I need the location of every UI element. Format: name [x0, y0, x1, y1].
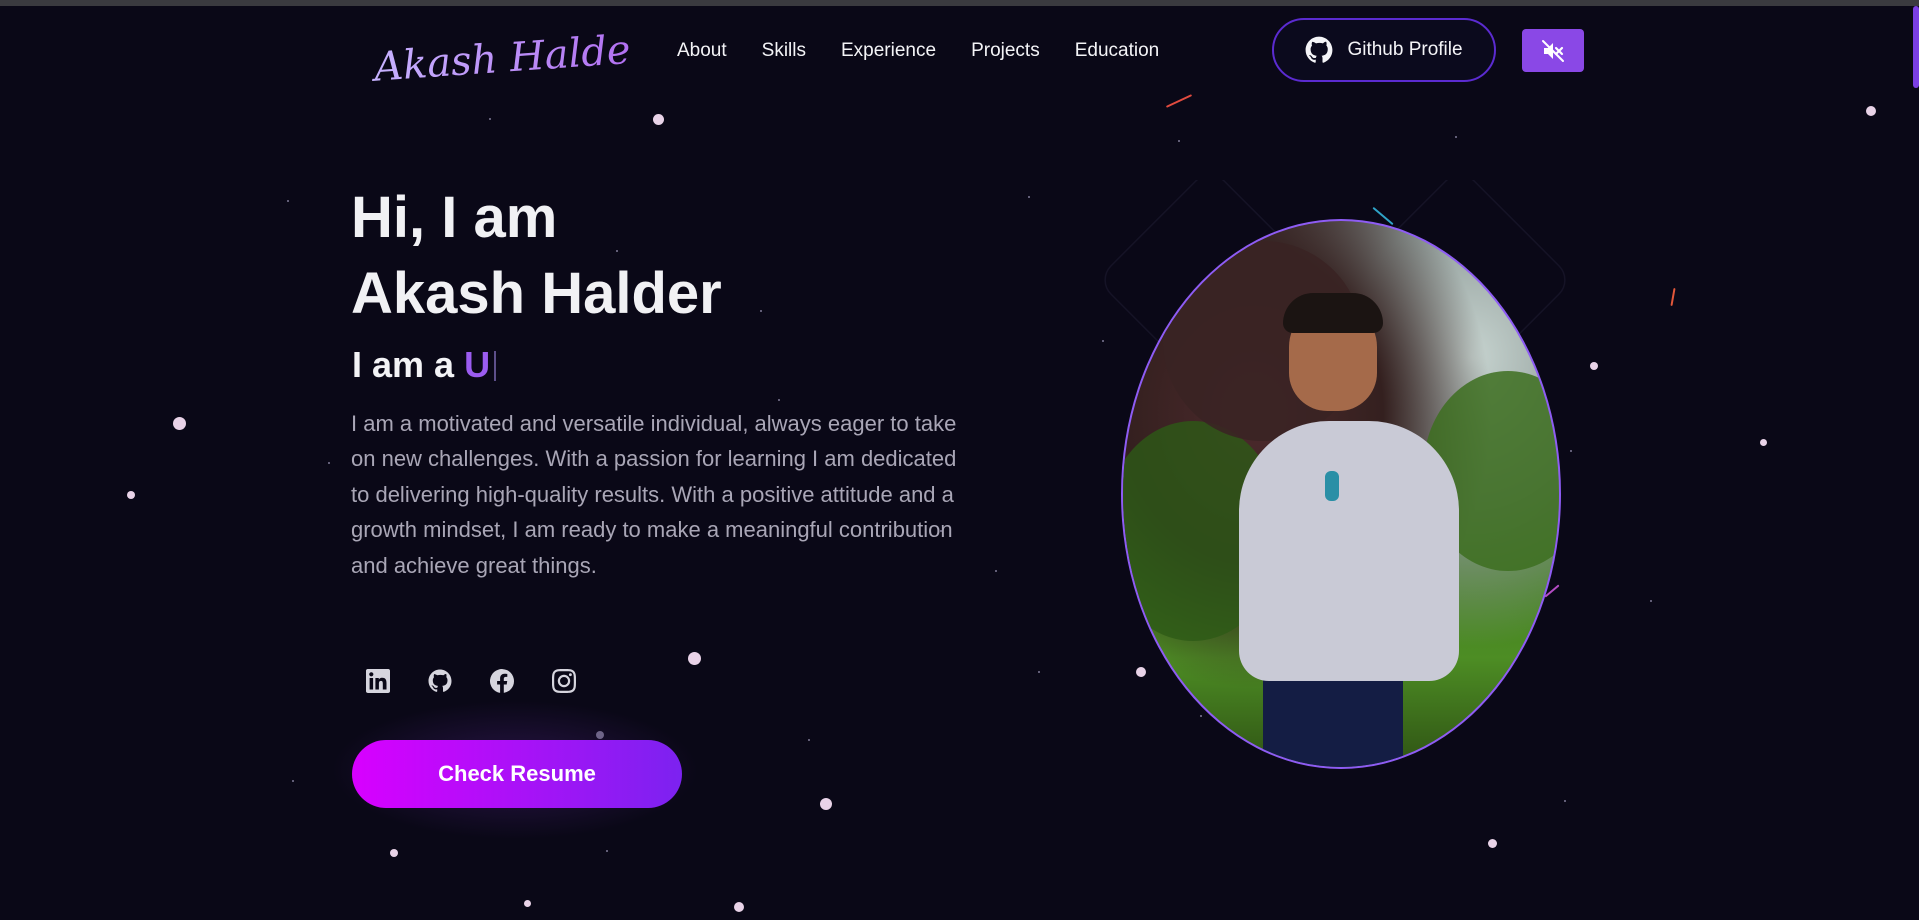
logo-text: Akash Halder	[370, 25, 630, 91]
github-profile-label: Github Profile	[1347, 39, 1463, 60]
nav-links: About Skills Experience Projects Educati…	[677, 40, 1194, 62]
typing-caret	[494, 351, 497, 381]
github-icon	[1306, 36, 1333, 63]
profile-photo	[1121, 219, 1561, 769]
role-typewriter: I am aU	[352, 344, 497, 386]
greeting-line-2: Akash Halder	[351, 261, 722, 326]
nav-link-education[interactable]: Education	[1075, 40, 1160, 62]
nav-link-experience[interactable]: Experience	[841, 40, 936, 62]
volume-muted-icon	[1542, 39, 1564, 62]
linkedin-icon[interactable]	[365, 668, 391, 694]
hero-heading: Hi, I am Akash Halder	[351, 180, 722, 332]
role-prefix: I am a	[352, 344, 455, 385]
greeting-line-1: Hi, I am	[351, 185, 558, 250]
social-links	[365, 668, 577, 694]
nav-link-skills[interactable]: Skills	[762, 40, 806, 62]
github-profile-button[interactable]: Github Profile	[1272, 18, 1496, 82]
instagram-icon[interactable]	[551, 668, 577, 694]
check-resume-button[interactable]: Check Resume	[352, 740, 682, 808]
nav-link-about[interactable]: About	[677, 40, 727, 62]
facebook-icon[interactable]	[489, 668, 515, 694]
github-icon[interactable]	[427, 668, 453, 694]
sound-toggle-button[interactable]	[1522, 29, 1584, 72]
logo[interactable]: Akash Halder	[370, 20, 630, 98]
role-typed-text: U	[464, 344, 491, 385]
nav-link-projects[interactable]: Projects	[971, 40, 1040, 62]
top-navigation: Akash Halder About Skills Experience Pro…	[0, 6, 1919, 96]
about-paragraph: I am a motivated and versatile individua…	[351, 411, 957, 578]
